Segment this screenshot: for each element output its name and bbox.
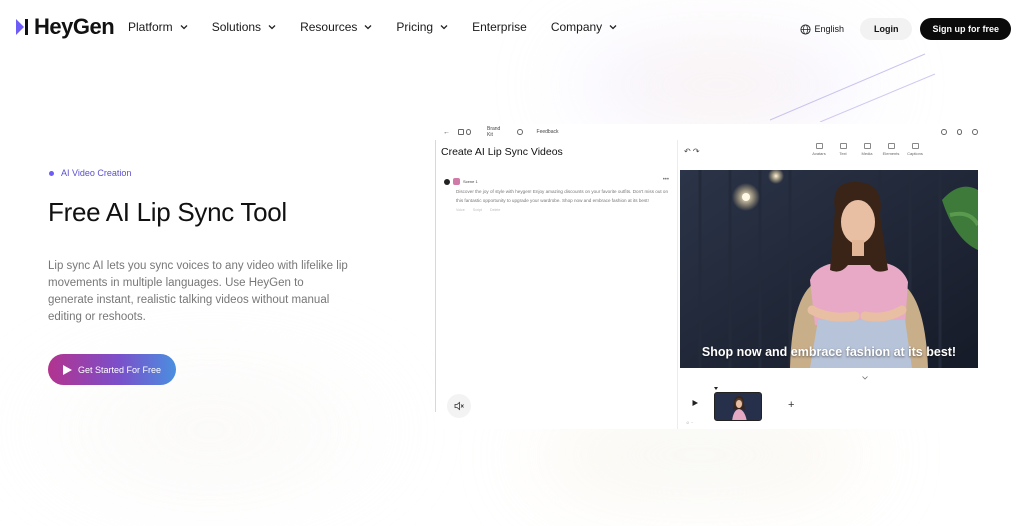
chevron-down-icon[interactable] — [862, 376, 868, 380]
mute-button[interactable] — [447, 394, 471, 418]
tool-label: Avatars — [812, 151, 826, 156]
login-button[interactable]: Login — [859, 18, 913, 40]
language-label: English — [814, 24, 844, 34]
captions-tool-icon — [911, 143, 919, 149]
undo-redo-icon[interactable]: ↶ ↷ — [684, 147, 700, 156]
editor-top-bar: ← Brand Kit Feedback — [435, 124, 978, 140]
tool-tabs: Avatars Text Media Elements Captions — [811, 143, 923, 156]
tool-label: Captions — [907, 151, 923, 156]
chat-icon[interactable] — [465, 129, 471, 135]
nav-item-resources[interactable]: Resources — [300, 20, 372, 34]
script-panel: Create AI Lip Sync Videos Scene 1 ••• Di… — [441, 146, 671, 212]
video-frame-image — [680, 170, 978, 368]
category-tag: AI Video Creation — [49, 168, 131, 178]
main-menu: Platform Solutions Resources Pricing Ent… — [128, 20, 641, 34]
help-icon[interactable] — [956, 129, 963, 135]
chevron-down-icon — [609, 25, 617, 30]
panel-divider — [435, 140, 436, 412]
brand-kit-link[interactable]: Brand Kit — [487, 126, 505, 138]
tool-captions[interactable]: Captions — [907, 143, 923, 156]
tool-label: Media — [861, 151, 873, 156]
tool-elements[interactable]: Elements — [883, 143, 899, 156]
logo-mark-icon — [16, 19, 28, 35]
nav-item-label: Resources — [300, 20, 358, 34]
tool-label: Text — [839, 151, 847, 156]
add-scene-icon[interactable]: + — [788, 399, 794, 411]
nav-item-label: Company — [550, 20, 603, 34]
logo-text: HeyGen — [34, 14, 115, 39]
editor-preview: ← Brand Kit Feedback Create AI Lip Sync … — [435, 124, 978, 429]
signup-button[interactable]: Sign up for free — [920, 18, 1011, 40]
scene-thumbnail[interactable] — [714, 392, 762, 421]
timeline: + ⊘ ◔ — [678, 384, 979, 429]
preview-toolbar: ↶ ↷ Avatars Text Media Elements Captions — [678, 140, 979, 162]
play-icon[interactable] — [692, 400, 698, 406]
nav-item-company[interactable]: Company — [551, 20, 617, 34]
layout-icon[interactable] — [458, 129, 464, 135]
bell-icon[interactable] — [941, 129, 947, 135]
tool-avatars[interactable]: Avatars — [811, 143, 827, 156]
feedback-link[interactable]: Feedback — [537, 129, 559, 135]
logo[interactable]: HeyGen — [14, 14, 115, 40]
nav-item-platform[interactable]: Platform — [128, 20, 188, 34]
nav-item-solutions[interactable]: Solutions — [212, 20, 276, 34]
panel-title: Create AI Lip Sync Videos — [441, 146, 563, 158]
media-tool-icon — [863, 143, 871, 149]
avatar — [444, 178, 450, 185]
chevron-down-icon — [180, 25, 188, 30]
nav-item-enterprise[interactable]: Enterprise — [472, 20, 527, 34]
speaker-mute-icon — [454, 401, 464, 411]
script-action[interactable]: Script — [473, 208, 482, 212]
video-caption: Shop now and embrace fashion at its best… — [701, 345, 957, 359]
nav-item-pricing[interactable]: Pricing — [396, 20, 448, 34]
top-navigation: HeyGen Platform Solutions Resources Pric… — [0, 0, 1024, 58]
nav-actions: English Login Sign up for free — [800, 18, 1011, 40]
nav-item-label: Solutions — [211, 20, 262, 34]
nav-item-label: Enterprise — [472, 20, 527, 34]
settings-icon[interactable] — [517, 129, 523, 135]
globe-icon — [800, 23, 811, 35]
chevron-down-icon — [268, 25, 276, 30]
more-options-icon[interactable]: ••• — [663, 177, 669, 183]
tool-text[interactable]: Text — [835, 143, 851, 156]
info-icon[interactable] — [972, 129, 978, 135]
preview-panel: ↶ ↷ Avatars Text Media Elements Captions — [677, 140, 978, 429]
tool-media[interactable]: Media — [859, 143, 875, 156]
chevron-down-icon — [364, 25, 372, 30]
delete-action[interactable]: Delete — [490, 208, 500, 212]
video-preview[interactable]: Shop now and embrace fashion at its best… — [680, 170, 978, 368]
decorative-lines — [769, 53, 936, 122]
message-header: Scene 1 — [444, 178, 669, 185]
category-tag-label: AI Video Creation — [61, 168, 132, 178]
back-arrow-icon[interactable]: ← — [443, 129, 450, 136]
get-started-label: Get Started For Free — [77, 364, 162, 375]
timeline-tools-icon[interactable]: ⊘ ◔ — [686, 420, 693, 425]
script-message: Scene 1 ••• Discover the joy of style wi… — [444, 177, 669, 212]
nav-item-label: Platform — [128, 20, 173, 34]
message-actions: Voice Script Delete — [456, 208, 669, 212]
message-text[interactable]: Discover the joy of style with heygen! E… — [456, 188, 669, 205]
get-started-button[interactable]: Get Started For Free — [48, 354, 176, 385]
hero-description: Lip sync AI lets you sync voices to any … — [48, 260, 348, 323]
tool-label: Elements — [882, 151, 900, 156]
avatar-thumbnail — [453, 178, 460, 185]
voice-action[interactable]: Voice — [456, 208, 465, 212]
play-icon — [62, 364, 72, 375]
thumbnail-image — [715, 393, 761, 420]
language-selector[interactable]: English — [800, 23, 844, 35]
chevron-down-icon — [440, 25, 448, 30]
nav-item-label: Pricing — [396, 20, 434, 34]
playhead-marker[interactable] — [714, 387, 718, 390]
page-title: Free AI Lip Sync Tool — [48, 197, 287, 227]
elements-tool-icon — [887, 143, 895, 149]
avatar-tool-icon — [815, 143, 823, 149]
tag-dot-icon — [49, 170, 54, 176]
message-author: Scene 1 — [463, 179, 478, 184]
text-tool-icon — [839, 143, 847, 149]
